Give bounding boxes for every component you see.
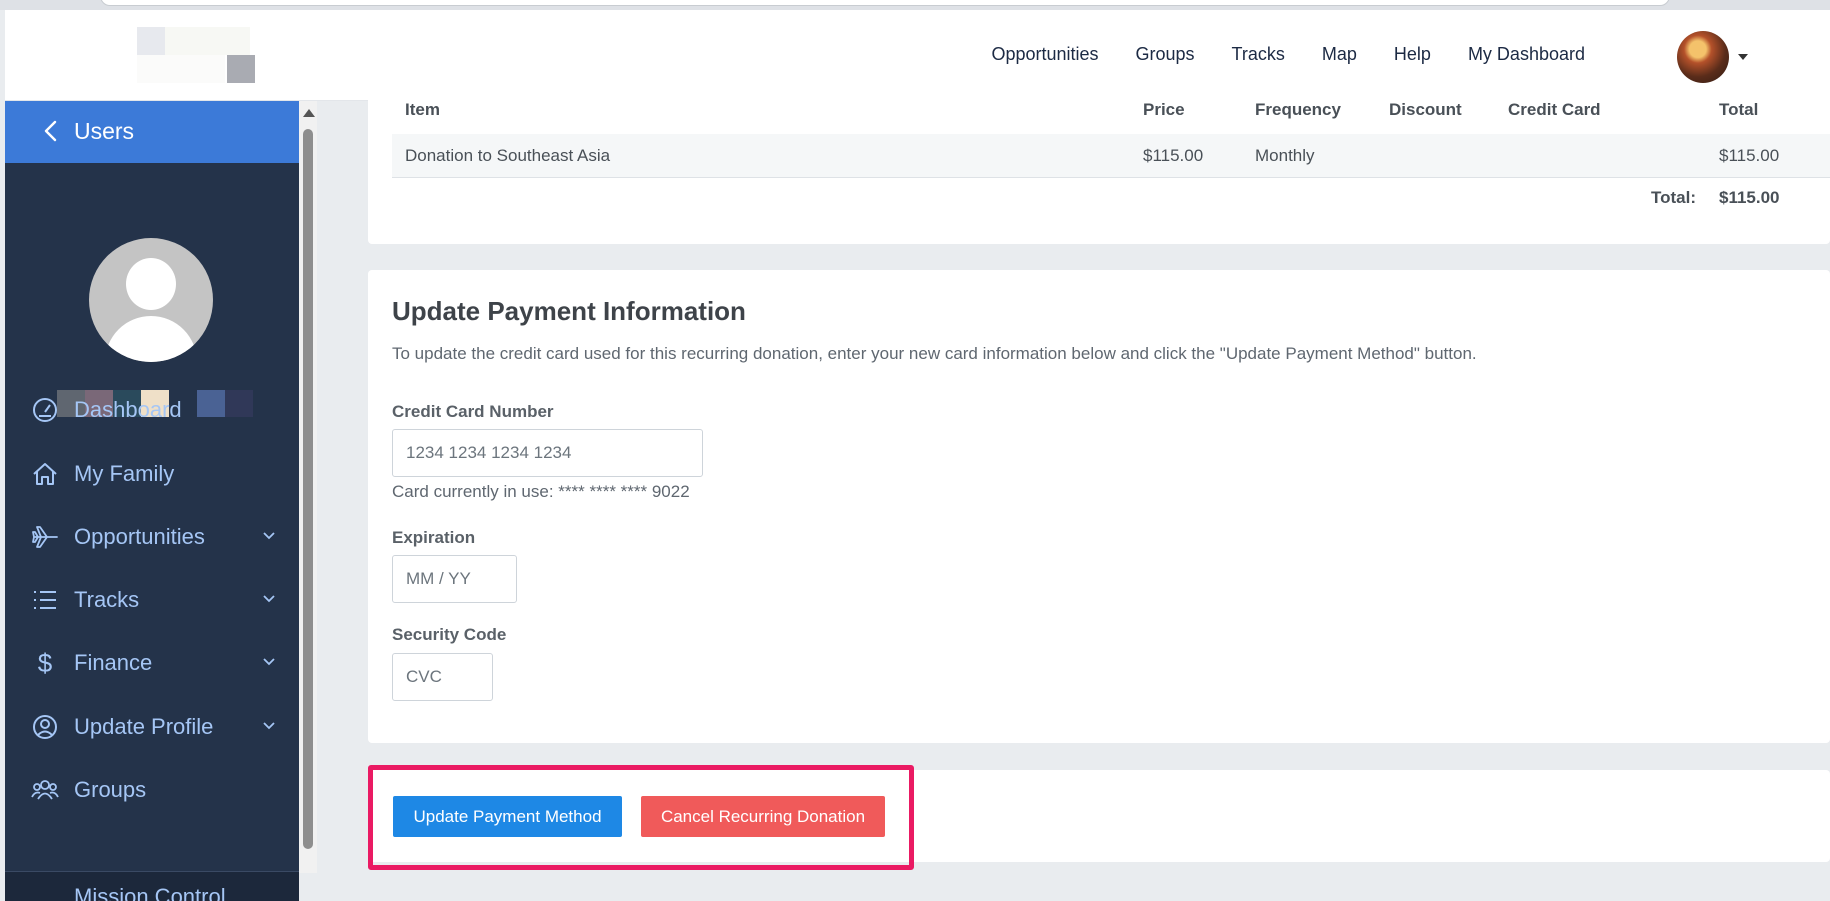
cell-price: $115.00 xyxy=(1143,146,1204,165)
plane-icon xyxy=(32,526,58,548)
chevron-down-icon xyxy=(263,722,275,730)
nav-link-groups[interactable]: Groups xyxy=(1136,44,1195,65)
section-description: To update the credit card used for this … xyxy=(392,344,1477,363)
list-icon xyxy=(34,591,56,609)
update-payment-card: Update Payment Information To update the… xyxy=(368,270,1830,743)
expiration-input[interactable] xyxy=(392,555,517,603)
total-label: Total: xyxy=(1651,188,1697,207)
total-value: $115.00 xyxy=(1719,188,1780,207)
column-header-price: Price xyxy=(1143,100,1185,119)
column-header-item: Item xyxy=(405,100,440,119)
column-header-frequency: Frequency xyxy=(1255,100,1341,119)
sidebar-item-label: Dashboard xyxy=(74,397,182,422)
top-navbar: Opportunities Groups Tracks Map Help My … xyxy=(5,10,1830,101)
browser-url-bar[interactable] xyxy=(100,0,1670,6)
nav-link-help[interactable]: Help xyxy=(1394,44,1431,65)
sidebar-item-label: Groups xyxy=(74,777,147,802)
user-circle-icon xyxy=(33,715,57,739)
sidebar-item-label: Finance xyxy=(74,650,153,675)
sidebar-item-finance[interactable]: $ Finance xyxy=(5,637,299,689)
chevron-down-icon xyxy=(263,595,275,603)
column-header-discount: Discount xyxy=(1389,100,1462,119)
table-row: Donation to Southeast Asia $115.00 Month… xyxy=(392,134,1830,178)
update-payment-method-button[interactable]: Update Payment Method xyxy=(393,796,622,837)
nav-link-opportunities[interactable]: Opportunities xyxy=(991,44,1098,65)
site-logo[interactable] xyxy=(137,27,255,84)
column-header-total: Total xyxy=(1719,100,1759,119)
card-number-input[interactable] xyxy=(392,429,703,477)
column-header-credit-card: Credit Card xyxy=(1508,100,1601,119)
chevron-left-icon xyxy=(44,120,57,142)
order-summary-card: Item Price Frequency Discount Credit Car… xyxy=(368,92,1830,244)
chevron-down-icon xyxy=(263,658,275,666)
sidebar-header-title: Users xyxy=(74,118,135,144)
scroll-up-arrow-icon[interactable] xyxy=(303,109,315,117)
card-number-label: Credit Card Number xyxy=(392,402,554,421)
cancel-recurring-donation-button[interactable]: Cancel Recurring Donation xyxy=(641,796,885,837)
card-in-use-text: Card currently in use: **** **** **** 90… xyxy=(392,482,690,501)
sidebar-item-label: Tracks xyxy=(74,587,140,612)
nav-links: Opportunities Groups Tracks Map Help My … xyxy=(991,44,1585,65)
sidebar-item-groups[interactable]: Groups xyxy=(5,764,299,816)
home-icon xyxy=(33,463,57,485)
nav-link-tracks[interactable]: Tracks xyxy=(1232,44,1285,65)
nav-link-map[interactable]: Map xyxy=(1322,44,1357,65)
users-icon xyxy=(31,780,59,800)
section-title: Update Payment Information xyxy=(392,296,746,326)
sidebar-header-back[interactable]: Users xyxy=(5,101,299,163)
sidebar-item-mission-control[interactable]: Mission Control xyxy=(5,871,299,901)
cell-total: $115.00 xyxy=(1719,146,1780,165)
chevron-down-icon xyxy=(263,532,275,540)
cell-frequency: Monthly xyxy=(1255,146,1315,165)
sidebar-item-label: Update Profile xyxy=(74,714,214,739)
sidebar-item-dashboard[interactable]: Dashboard xyxy=(5,384,299,436)
sidebar-item-my-family[interactable]: My Family xyxy=(5,448,299,500)
user-avatar-menu[interactable] xyxy=(1677,31,1729,83)
security-code-input[interactable] xyxy=(392,653,493,701)
cell-item: Donation to Southeast Asia xyxy=(405,146,611,165)
sidebar-item-opportunities[interactable]: Opportunities xyxy=(5,511,299,563)
caret-down-icon[interactable] xyxy=(1738,54,1748,60)
gauge-icon xyxy=(33,398,57,422)
browser-chrome xyxy=(0,0,1830,10)
sidebar: Users Dashboard My Family Opportunities … xyxy=(5,101,299,901)
dollar-icon: $ xyxy=(37,648,53,678)
sidebar-item-label: My Family xyxy=(74,461,175,486)
security-code-label: Security Code xyxy=(392,625,507,644)
scrollbar-thumb[interactable] xyxy=(303,129,313,849)
sidebar-scrollbar[interactable] xyxy=(299,101,317,873)
sidebar-item-tracks[interactable]: Tracks xyxy=(5,574,299,626)
nav-link-my-dashboard[interactable]: My Dashboard xyxy=(1468,44,1585,65)
sidebar-item-update-profile[interactable]: Update Profile xyxy=(5,701,299,753)
sidebar-item-label: Opportunities xyxy=(74,524,205,549)
profile-avatar xyxy=(89,238,213,362)
expiration-label: Expiration xyxy=(392,528,476,547)
sidebar-item-label: Mission Control xyxy=(74,884,226,901)
